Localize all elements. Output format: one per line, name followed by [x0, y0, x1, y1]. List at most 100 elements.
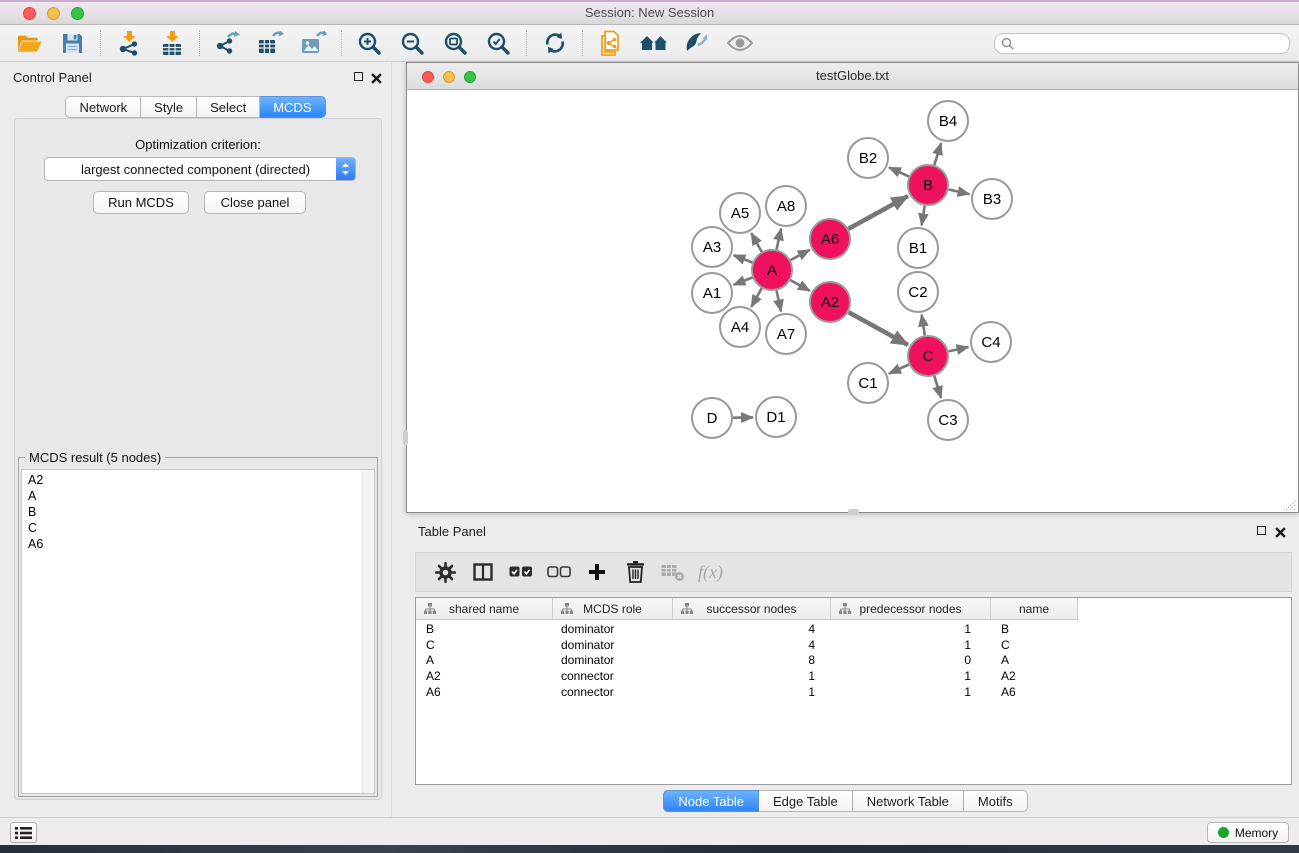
graph-edge-A-A3[interactable]	[734, 255, 753, 262]
delete-table-button[interactable]	[654, 557, 692, 587]
graph-edge-A-A2[interactable]	[790, 280, 810, 291]
home-button[interactable]	[632, 27, 675, 59]
graph-node-C3[interactable]: C3	[928, 400, 968, 440]
close-table-panel-icon[interactable]	[1275, 525, 1286, 536]
search-input[interactable]	[1018, 35, 1289, 51]
delete-column-button[interactable]	[616, 557, 654, 587]
graph-edge-B-B1[interactable]	[922, 206, 925, 226]
graph-edge-B-B4[interactable]	[934, 143, 941, 165]
graph-edge-A-A5[interactable]	[751, 233, 761, 252]
hide-graphics-button[interactable]	[675, 27, 718, 59]
import-table-button[interactable]	[150, 27, 193, 59]
graph-edge-C-C3[interactable]	[934, 376, 941, 398]
close-window-button[interactable]	[23, 7, 36, 20]
mcds-list-item[interactable]: C	[28, 520, 374, 536]
export-network-button[interactable]	[206, 27, 249, 59]
table-row[interactable]: Cdominator41C	[416, 638, 1291, 654]
zoom-selected-button[interactable]	[477, 27, 520, 59]
mcds-list-item[interactable]: A6	[28, 536, 374, 552]
resize-grip-icon[interactable]	[1283, 497, 1297, 511]
table-row[interactable]: Adominator80A	[416, 653, 1291, 669]
graph-edge-C-C1[interactable]	[889, 365, 909, 374]
close-network-window-button[interactable]	[422, 71, 434, 83]
graph-node-A6[interactable]: A6	[810, 219, 850, 259]
graph-edge-A-A7[interactable]	[777, 291, 782, 312]
tab-style[interactable]: Style	[141, 96, 197, 118]
graph-edge-A-A8[interactable]	[777, 229, 782, 250]
minimize-network-window-button[interactable]	[443, 71, 455, 83]
zoom-fit-button[interactable]	[434, 27, 477, 59]
zoom-in-button[interactable]	[348, 27, 391, 59]
show-columns-button[interactable]	[464, 557, 502, 587]
zoom-window-button[interactable]	[71, 7, 84, 20]
graph-edge-A-A6[interactable]	[791, 250, 810, 260]
graph-node-B1[interactable]: B1	[898, 228, 938, 268]
column-header-mcds-role[interactable]: MCDS role	[553, 598, 673, 619]
column-header-name[interactable]: name	[991, 598, 1078, 619]
mcds-list-item[interactable]: B	[28, 504, 374, 520]
function-builder-button[interactable]: f(x)	[698, 562, 723, 583]
network-window-titlebar[interactable]: testGlobe.txt	[407, 63, 1298, 90]
table-row[interactable]: A6connector11A6	[416, 685, 1291, 701]
graph-node-B[interactable]: B	[908, 165, 948, 205]
table-row[interactable]: A2connector11A2	[416, 669, 1291, 685]
graph-edge-B-B2[interactable]	[889, 167, 909, 176]
table-settings-button[interactable]	[426, 557, 464, 587]
graph-node-A7[interactable]: A7	[766, 314, 806, 354]
run-mcds-button[interactable]: Run MCDS	[93, 191, 189, 214]
open-session-button[interactable]	[8, 27, 51, 59]
tab-network-table[interactable]: Network Table	[853, 790, 964, 812]
refresh-view-button[interactable]	[533, 27, 576, 59]
minimize-window-button[interactable]	[47, 7, 60, 20]
graph-edge-C-C4[interactable]	[949, 347, 969, 351]
mcds-list-scrollbar[interactable]	[362, 470, 374, 793]
vertical-splitter-handle[interactable]	[403, 431, 408, 445]
tab-network[interactable]: Network	[65, 96, 141, 118]
deselect-all-columns-button[interactable]	[540, 557, 578, 587]
save-session-button[interactable]	[51, 27, 94, 59]
task-history-button[interactable]	[10, 822, 37, 843]
graph-node-D[interactable]: D	[692, 398, 732, 438]
graph-node-C4[interactable]: C4	[971, 322, 1011, 362]
export-image-button[interactable]	[292, 27, 335, 59]
memory-button[interactable]: Memory	[1207, 822, 1289, 843]
graph-node-D1[interactable]: D1	[756, 397, 796, 437]
column-header-successor-nodes[interactable]: successor nodes	[673, 598, 831, 619]
import-network-button[interactable]	[107, 27, 150, 59]
graph-node-A8[interactable]: A8	[766, 186, 806, 226]
graph-node-B2[interactable]: B2	[848, 138, 888, 178]
float-table-panel-icon[interactable]	[1257, 526, 1266, 535]
tab-motifs[interactable]: Motifs	[964, 790, 1028, 812]
graph-node-A5[interactable]: A5	[720, 193, 760, 233]
graph-edge-C-C2[interactable]	[922, 315, 925, 336]
network-canvas[interactable]: B4 B2 B B3 A8A5 A6 A3 B1 A A1 C2 A2 A4A7 C4 C C1 C3 D D1	[407, 90, 1298, 512]
graph-node-A2[interactable]: A2	[810, 282, 850, 322]
graph-node-B3[interactable]: B3	[972, 179, 1012, 219]
graph-node-A4[interactable]: A4	[720, 307, 760, 347]
float-panel-icon[interactable]	[354, 72, 363, 81]
graph-node-B4[interactable]: B4	[928, 101, 968, 141]
export-table-button[interactable]	[249, 27, 292, 59]
graph-node-A1[interactable]: A1	[692, 273, 732, 313]
network-from-file-button[interactable]	[589, 27, 632, 59]
tab-edge-table[interactable]: Edge Table	[759, 790, 853, 812]
graph-node-A3[interactable]: A3	[692, 227, 732, 267]
table-row[interactable]: Bdominator41B	[416, 622, 1291, 638]
zoom-out-button[interactable]	[391, 27, 434, 59]
tab-select[interactable]: Select	[197, 96, 260, 118]
mcds-list-item[interactable]: A	[28, 488, 374, 504]
show-graphics-button[interactable]	[718, 27, 761, 59]
zoom-network-window-button[interactable]	[464, 71, 476, 83]
add-column-button[interactable]	[578, 557, 616, 587]
graph-node-C2[interactable]: C2	[898, 272, 938, 312]
graph-node-A[interactable]: A	[752, 250, 792, 290]
column-header-predecessor-nodes[interactable]: predecessor nodes	[831, 598, 991, 619]
horizontal-splitter-handle[interactable]	[848, 509, 859, 515]
column-header-shared-name[interactable]: shared name	[416, 598, 553, 619]
graph-node-C1[interactable]: C1	[848, 363, 888, 403]
close-panel-icon[interactable]	[371, 71, 382, 82]
tab-node-table[interactable]: Node Table	[663, 790, 759, 812]
graph-edge-A2-C[interactable]	[848, 312, 908, 345]
criterion-select[interactable]: largest connected component (directed)	[44, 157, 356, 181]
graph-node-C[interactable]: C	[908, 336, 948, 376]
